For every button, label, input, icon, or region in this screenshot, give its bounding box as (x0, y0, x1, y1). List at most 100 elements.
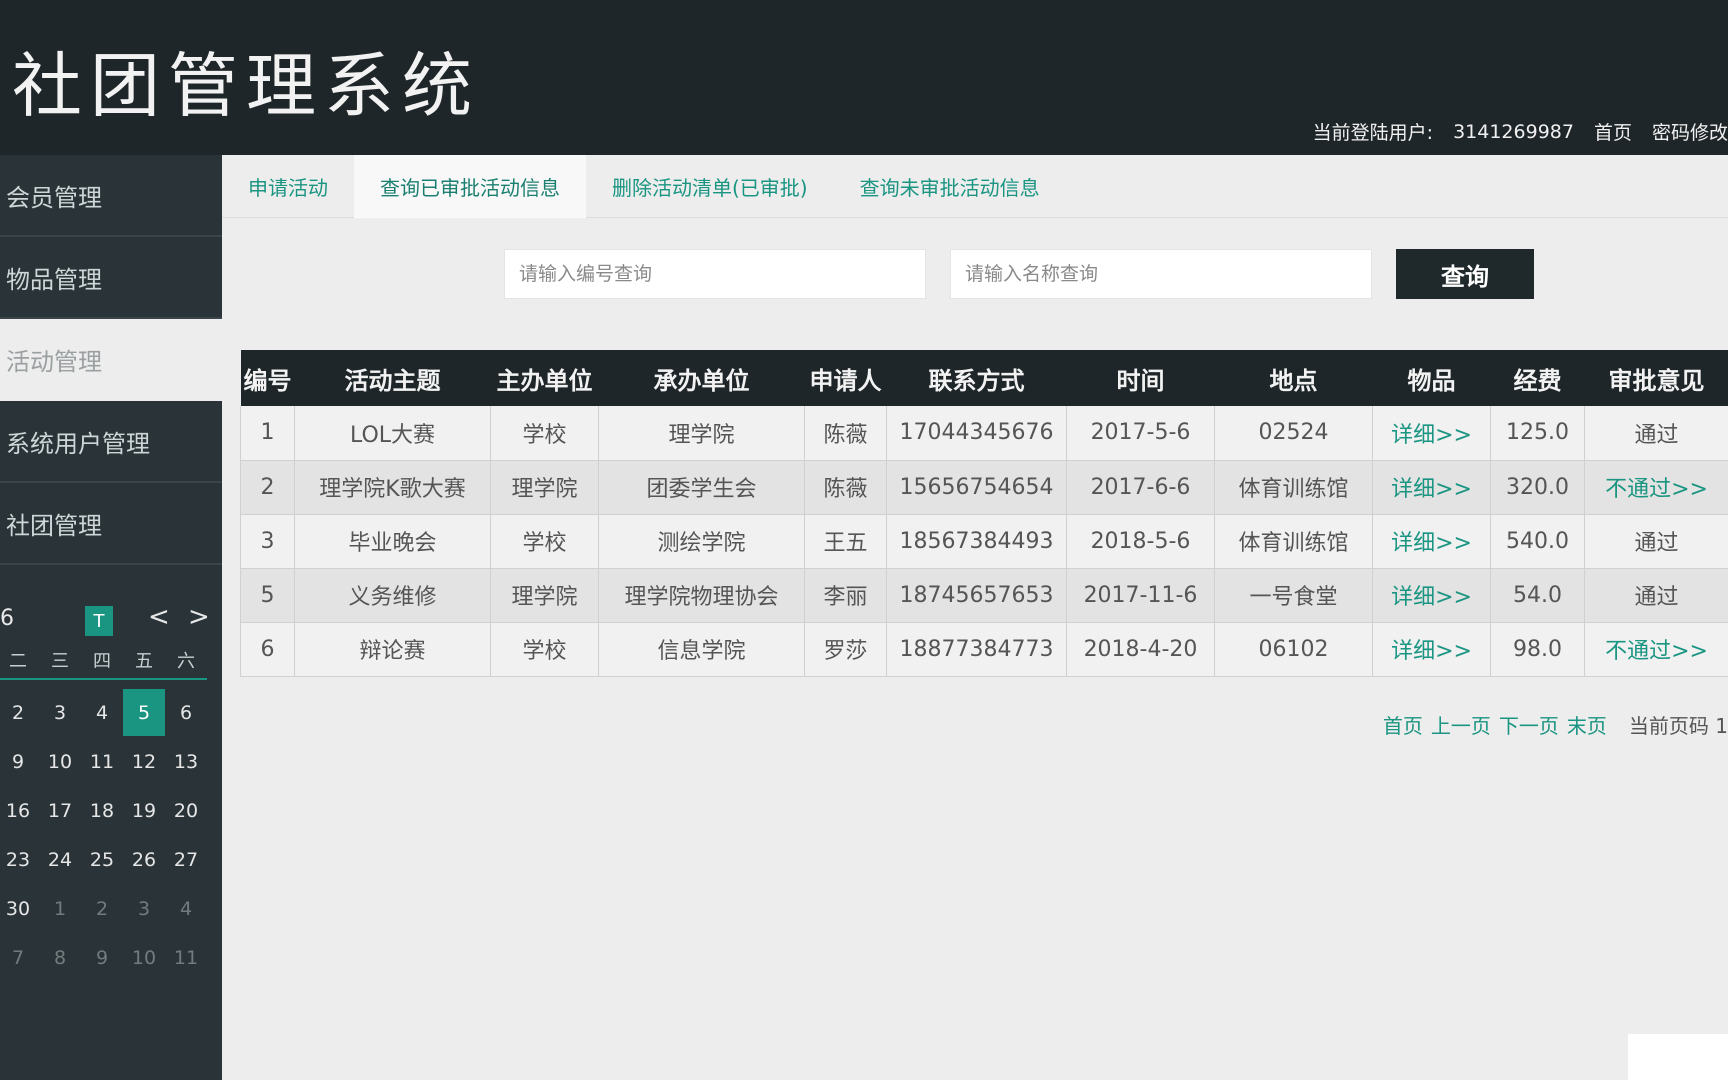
items-detail-link[interactable]: 详细>> (1372, 622, 1491, 677)
table-row: 3 毕业晚会 学校 测绘学院 王五 18567384493 2018-5-6 体… (240, 514, 1728, 569)
calendar-day-next-month[interactable]: 2 (81, 884, 123, 933)
search-by-name-input[interactable] (950, 249, 1372, 299)
sidebar-item-label: 物品管理 (6, 265, 102, 294)
items-detail-link[interactable]: 详细>> (1372, 568, 1491, 623)
items-detail-link[interactable]: 详细>> (1372, 406, 1491, 461)
cell-contact: 15656754654 (886, 460, 1067, 515)
user-bar: 当前登陆用户: 3141269987 首页 密码修改 (1313, 118, 1728, 145)
calendar-day-next-month[interactable]: 7 (0, 933, 39, 982)
calendar-day[interactable]: 17 (39, 786, 81, 835)
calendar-day[interactable]: 9 (0, 737, 39, 786)
column-header[interactable]: 审批意见 (1585, 350, 1728, 406)
sidebar-item-label: 会员管理 (6, 183, 102, 212)
calendar-day[interactable]: 26 (123, 835, 165, 884)
column-header[interactable]: 联系方式 (887, 350, 1067, 406)
weekday: 二 (9, 651, 27, 672)
search-button[interactable]: 查询 (1396, 249, 1534, 299)
sidebar-item-label: 系统用户管理 (6, 429, 150, 458)
weekday: 六 (177, 651, 195, 672)
column-header[interactable]: 经费 (1491, 350, 1585, 406)
calendar-day-next-month[interactable]: 1 (39, 884, 81, 933)
calendar-day[interactable]: 19 (123, 786, 165, 835)
calendar-day-next-month[interactable]: 4 (165, 884, 207, 933)
calendar-day-next-month[interactable]: 11 (165, 933, 207, 982)
app-title: 社团管理系统 (12, 45, 480, 127)
calendar-day[interactable]: 3 (39, 688, 81, 737)
cell-applicant: 罗莎 (804, 622, 887, 677)
sidebar-item-activities[interactable]: 活动管理 (0, 319, 222, 401)
cell-topic: 辩论赛 (294, 622, 491, 677)
last-page-link[interactable]: 末页 (1567, 710, 1607, 739)
current-user-label: 当前登陆用户: (1312, 122, 1434, 144)
table-row: 1 LOL大赛 学校 理学院 陈薇 17044345676 2017-5-6 0… (240, 406, 1728, 461)
tab-unapproved-activities[interactable]: 查询未审批活动信息 (834, 155, 1066, 218)
table-header-row: 编号 活动主题 主办单位 承办单位 申请人 联系方式 时间 地点 物品 经费 审… (240, 350, 1728, 406)
weekday: 四 (93, 651, 111, 672)
sidebar-item-clubs[interactable]: 社团管理 (0, 483, 222, 565)
current-page-indicator: 当前页码 1 (1628, 714, 1728, 738)
calendar-day[interactable]: 13 (165, 737, 207, 786)
approval-rejected-link[interactable]: 不通过>> (1584, 460, 1728, 515)
cell-location: 体育训练馆 (1214, 514, 1373, 569)
cell-applicant: 王五 (804, 514, 887, 569)
sidebar-item-members[interactable]: 会员管理 (0, 155, 222, 237)
cell-organizer: 团委学生会 (598, 460, 805, 515)
calendar-day-selected[interactable]: 5 (123, 689, 165, 736)
calendar-day-next-month[interactable]: 10 (123, 933, 165, 982)
column-header[interactable]: 地点 (1215, 350, 1373, 406)
calendar-day[interactable]: 16 (0, 786, 39, 835)
column-header[interactable]: 申请人 (805, 350, 887, 406)
calendar-day[interactable]: 25 (81, 835, 123, 884)
next-page-link[interactable]: 下一页 (1499, 710, 1559, 739)
calendar-day[interactable]: 23 (0, 835, 39, 884)
calendar-today-button[interactable]: T (85, 606, 113, 636)
cell-id: 1 (240, 406, 295, 461)
items-detail-link[interactable]: 详细>> (1372, 514, 1491, 569)
cell-topic: 义务维修 (294, 568, 491, 623)
first-page-link[interactable]: 首页 (1383, 710, 1423, 739)
approval-rejected-link[interactable]: 不通过>> (1584, 622, 1728, 677)
column-header[interactable]: 承办单位 (599, 350, 805, 406)
calendar-day[interactable]: 4 (81, 688, 123, 737)
tab-approved-activities[interactable]: 查询已审批活动信息 (354, 155, 586, 218)
tab-apply-activity[interactable]: 申请活动 (222, 155, 354, 218)
tab-delete-approved[interactable]: 删除活动清单(已审批) (586, 155, 834, 218)
cell-contact: 17044345676 (886, 406, 1067, 461)
calendar-day[interactable]: 24 (39, 835, 81, 884)
calendar-day[interactable]: 11 (81, 737, 123, 786)
cell-topic: LOL大赛 (294, 406, 491, 461)
calendar-day-next-month[interactable]: 8 (39, 933, 81, 982)
column-header[interactable]: 主办单位 (491, 350, 599, 406)
change-password-link[interactable]: 密码修改 (1652, 118, 1728, 145)
calendar-prev-icon[interactable]: < (148, 602, 170, 632)
column-header[interactable]: 物品 (1373, 350, 1491, 406)
calendar-day[interactable]: 27 (165, 835, 207, 884)
calendar-day[interactable]: 12 (123, 737, 165, 786)
cell-organizer: 测绘学院 (598, 514, 805, 569)
column-header[interactable]: 活动主题 (295, 350, 491, 406)
column-header[interactable]: 时间 (1067, 350, 1215, 406)
prev-page-link[interactable]: 上一页 (1431, 710, 1491, 739)
calendar-next-icon[interactable]: > (188, 602, 210, 632)
cell-approval: 通过 (1584, 406, 1728, 461)
calendar-day[interactable]: 10 (39, 737, 81, 786)
calendar-day-next-month[interactable]: 9 (81, 933, 123, 982)
cell-organizer: 理学院物理协会 (598, 568, 805, 623)
activity-table-container: 编号 活动主题 主办单位 承办单位 申请人 联系方式 时间 地点 物品 经费 审… (240, 350, 1728, 677)
calendar-day[interactable]: 30 (0, 884, 39, 933)
cell-date: 2017-11-6 (1066, 568, 1215, 623)
items-detail-link[interactable]: 详细>> (1372, 460, 1491, 515)
corner-panel (1628, 1034, 1728, 1080)
sidebar-item-system-users[interactable]: 系统用户管理 (0, 401, 222, 483)
calendar-day[interactable]: 18 (81, 786, 123, 835)
sidebar-item-items[interactable]: 物品管理 (0, 237, 222, 319)
search-by-id-input[interactable] (504, 249, 926, 299)
column-header[interactable]: 编号 (241, 350, 295, 406)
calendar-day[interactable]: 6 (165, 688, 207, 737)
cell-date: 2018-4-20 (1066, 622, 1215, 677)
calendar-day[interactable]: 20 (165, 786, 207, 835)
calendar-day-next-month[interactable]: 3 (123, 884, 165, 933)
calendar-header: 6 T < > (0, 596, 222, 642)
calendar-day[interactable]: 2 (0, 688, 39, 737)
home-link[interactable]: 首页 (1594, 118, 1632, 145)
